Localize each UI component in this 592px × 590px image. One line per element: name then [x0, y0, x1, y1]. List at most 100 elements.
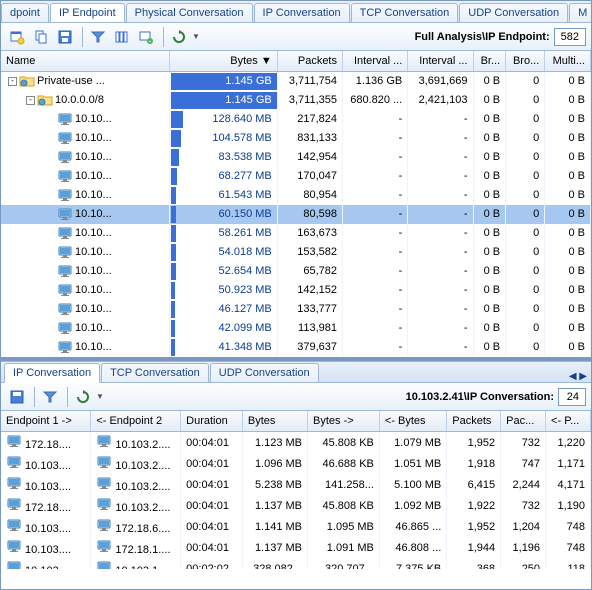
- settings-button[interactable]: +: [135, 26, 157, 48]
- lower-col-header[interactable]: Pac...: [501, 411, 546, 432]
- endpoint-row[interactable]: 10.10...42.099 MB113,981--0 B00 B: [1, 319, 591, 338]
- bytes-value: 61.543 MB: [219, 189, 272, 201]
- bytes-value: 128.640 MB: [212, 113, 271, 125]
- cell-endpoint1: 10.103....: [1, 516, 91, 537]
- top-tab-3[interactable]: IP Conversation: [254, 3, 350, 22]
- cell-packets: 142,152: [277, 281, 342, 300]
- lower-col-header[interactable]: <- Endpoint 2: [91, 411, 181, 432]
- upper-col-header[interactable]: Interval ...: [343, 51, 408, 72]
- conversation-row[interactable]: 10.103.... 172.18.6....00:04:011.141 MB1…: [1, 516, 591, 537]
- cell-endpoint2: 10.103.2....: [91, 495, 181, 516]
- bytes-value: 1.145 GB: [225, 75, 271, 87]
- cell-packets: 142,954: [277, 148, 342, 167]
- lower-table-container[interactable]: Endpoint 1 -><- Endpoint 2DurationBytesB…: [1, 411, 591, 569]
- cell-int1: -: [343, 224, 408, 243]
- lower-save-button[interactable]: [6, 386, 28, 408]
- upper-col-header[interactable]: Bro...: [506, 51, 545, 72]
- lower-filter-button[interactable]: [39, 386, 61, 408]
- top-tab-2[interactable]: Physical Conversation: [126, 3, 253, 22]
- cell-endpoint1: 10.103....: [1, 474, 91, 495]
- cell-packets-in: 1,190: [546, 495, 591, 516]
- cell-br: 0 B: [473, 110, 506, 129]
- lower-col-header[interactable]: Bytes: [242, 411, 307, 432]
- endpoint-row[interactable]: 10.10...52.654 MB65,782--0 B00 B: [1, 262, 591, 281]
- sub-tab-2[interactable]: UDP Conversation: [210, 363, 319, 382]
- lower-col-header[interactable]: <- P...: [546, 411, 591, 432]
- upper-col-header[interactable]: Multi...: [545, 51, 591, 72]
- endpoint-row[interactable]: 10.10...104.578 MB831,133--0 B00 B: [1, 129, 591, 148]
- refresh-button[interactable]: [168, 26, 190, 48]
- new-window-button[interactable]: [6, 26, 28, 48]
- lower-status-value: 24: [558, 388, 586, 406]
- conversation-row[interactable]: 10.103.... 10.103.2....00:04:015.238 MB1…: [1, 474, 591, 495]
- lower-col-header[interactable]: Endpoint 1 ->: [1, 411, 91, 432]
- columns-button[interactable]: [111, 26, 133, 48]
- top-tab-4[interactable]: TCP Conversation: [351, 3, 459, 22]
- endpoint-row[interactable]: 10.10...60.150 MB80,598--0 B00 B: [1, 205, 591, 224]
- upper-col-header[interactable]: Packets: [277, 51, 342, 72]
- cell-br: 0 B: [473, 167, 506, 186]
- lower-refresh-dropdown[interactable]: ▼: [96, 392, 104, 401]
- conversation-row[interactable]: 10.103.... 10.103.1....00:02:02328.082..…: [1, 558, 591, 569]
- cell-bro: 0: [506, 224, 545, 243]
- upper-col-header[interactable]: Interval ...: [408, 51, 473, 72]
- tree-expander[interactable]: -: [8, 77, 17, 86]
- cell-duration: 00:04:01: [181, 516, 243, 537]
- upper-col-header[interactable]: Bytes ▼: [170, 51, 278, 72]
- cell-duration: 00:04:01: [181, 495, 243, 516]
- lower-refresh-button[interactable]: [72, 386, 94, 408]
- lower-col-header[interactable]: Bytes ->: [308, 411, 380, 432]
- copy-button[interactable]: [30, 26, 52, 48]
- sub-tab-0[interactable]: IP Conversation: [4, 363, 100, 383]
- bytes-value: 50.923 MB: [219, 284, 272, 296]
- lower-col-header[interactable]: Packets: [447, 411, 501, 432]
- top-tab-5[interactable]: UDP Conversation: [459, 3, 568, 22]
- conversation-row[interactable]: 10.103.... 10.103.2....00:04:011.096 MB4…: [1, 453, 591, 474]
- top-tab-0[interactable]: dpoint: [1, 3, 49, 22]
- endpoint-row[interactable]: -Private-use ...1.145 GB3,711,7541.136 G…: [1, 72, 591, 91]
- cell-bro: 0: [506, 148, 545, 167]
- top-tab-1[interactable]: IP Endpoint: [50, 3, 125, 23]
- cell-int1: 680.820 ...: [343, 91, 408, 110]
- endpoint-row[interactable]: -10.0.0.0/81.145 GB3,711,355680.820 ...2…: [1, 91, 591, 110]
- top-tab-6[interactable]: M: [569, 3, 591, 22]
- sub-tab-bar: IP ConversationTCP ConversationUDP Conve…: [1, 361, 591, 383]
- cell-packets: 3,711,355: [277, 91, 342, 110]
- upper-table-container[interactable]: NameBytes ▼PacketsInterval ...Interval .…: [1, 51, 591, 357]
- endpoint-row[interactable]: 10.10...46.127 MB133,777--0 B00 B: [1, 300, 591, 319]
- upper-col-header[interactable]: Br...: [473, 51, 506, 72]
- sub-tab-1[interactable]: TCP Conversation: [101, 363, 209, 382]
- refresh-dropdown[interactable]: ▼: [192, 32, 200, 41]
- lower-col-header[interactable]: Duration: [181, 411, 243, 432]
- endpoint-row[interactable]: 10.10...54.018 MB153,582--0 B00 B: [1, 243, 591, 262]
- cell-packets-out: 1,196: [501, 537, 546, 558]
- cell-int1: -: [343, 205, 408, 224]
- tab-nav-arrows[interactable]: ◀ ▶: [569, 371, 591, 382]
- conversation-row[interactable]: 10.103.... 172.18.1....00:04:011.137 MB1…: [1, 537, 591, 558]
- endpoint-row[interactable]: 10.10...58.261 MB163,673--0 B00 B: [1, 224, 591, 243]
- cell-bro: 0: [506, 186, 545, 205]
- cell-duration: 00:04:01: [181, 432, 243, 454]
- node-name: 10.10...: [75, 303, 112, 315]
- endpoint-row[interactable]: 10.10...83.538 MB142,954--0 B00 B: [1, 148, 591, 167]
- filter-button[interactable]: [87, 26, 109, 48]
- conversation-row[interactable]: 172.18.... 10.103.2....00:04:011.123 MB4…: [1, 432, 591, 454]
- cell-endpoint2: 10.103.2....: [91, 432, 181, 454]
- endpoint-row[interactable]: 10.10...41.348 MB379,637--0 B00 B: [1, 338, 591, 357]
- lower-col-header[interactable]: <- Bytes: [379, 411, 446, 432]
- cell-multi: 0 B: [545, 148, 591, 167]
- cell-packets-out: 250: [501, 558, 546, 569]
- cell-br: 0 B: [473, 281, 506, 300]
- save-button[interactable]: [54, 26, 76, 48]
- upper-status-value: 582: [554, 28, 586, 46]
- cell-duration: 00:04:01: [181, 537, 243, 558]
- upper-col-header[interactable]: Name: [1, 51, 170, 72]
- endpoint-row[interactable]: 10.10...50.923 MB142,152--0 B00 B: [1, 281, 591, 300]
- endpoint-row[interactable]: 10.10...128.640 MB217,824--0 B00 B: [1, 110, 591, 129]
- endpoint-row[interactable]: 10.10...61.543 MB80,954--0 B00 B: [1, 186, 591, 205]
- cell-packets-out: 732: [501, 432, 546, 454]
- conversation-row[interactable]: 172.18.... 10.103.2....00:04:011.137 MB4…: [1, 495, 591, 516]
- endpoint-row[interactable]: 10.10...68.277 MB170,047--0 B00 B: [1, 167, 591, 186]
- node-name: 10.10...: [75, 322, 112, 334]
- tree-expander[interactable]: -: [26, 96, 35, 105]
